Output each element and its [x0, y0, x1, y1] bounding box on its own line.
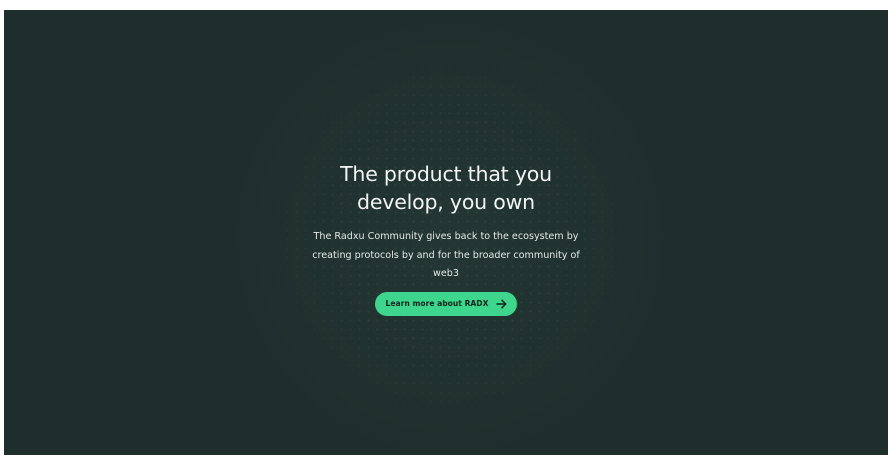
headline-line-1: The product that you — [340, 162, 552, 186]
learn-more-label: Learn more about RADX — [385, 299, 489, 308]
hero-content: The product that you develop, you own Th… — [4, 160, 888, 316]
hero-section: The product that you develop, you own Th… — [4, 10, 888, 455]
headline-line-2: develop, you own — [357, 190, 535, 214]
arrow-right-icon — [496, 299, 507, 308]
hero-headline: The product that you develop, you own — [4, 160, 888, 216]
learn-more-button[interactable]: Learn more about RADX — [374, 291, 518, 316]
hero-description: The Radxu Community gives back to the ec… — [312, 231, 580, 279]
